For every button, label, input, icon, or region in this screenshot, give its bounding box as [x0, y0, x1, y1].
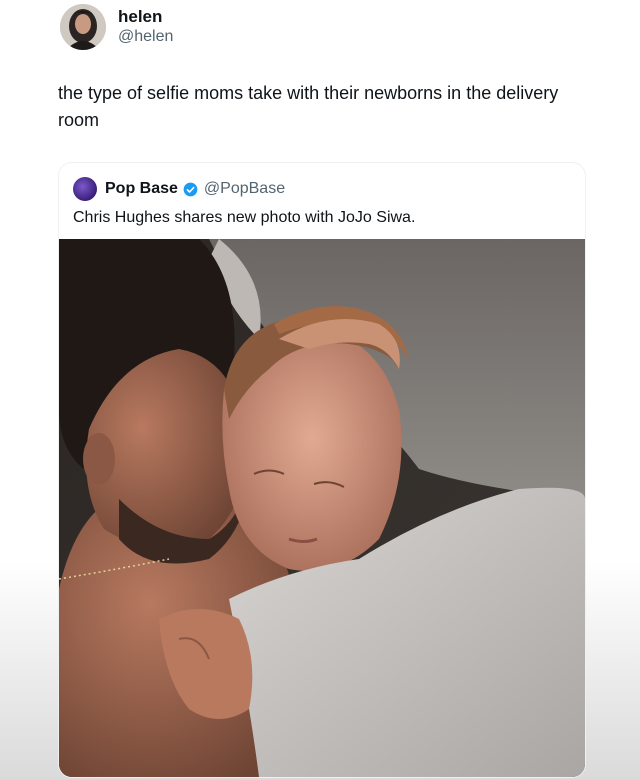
quote-handle[interactable]: @PopBase: [204, 180, 285, 198]
display-name[interactable]: helen: [118, 7, 173, 27]
quoted-tweet[interactable]: Pop Base @PopBase Chris Hughes shares ne…: [58, 162, 586, 778]
quote-photo[interactable]: [59, 239, 585, 777]
tweet-author: helen @helen: [118, 7, 173, 47]
quote-header: Pop Base @PopBase: [73, 177, 285, 201]
avatar-image: [60, 4, 106, 50]
avatar[interactable]: [60, 4, 106, 50]
tweet-text: the type of selfie moms take with their …: [58, 83, 559, 130]
tweet-header: helen @helen: [60, 4, 173, 50]
quote-text: Chris Hughes shares new photo with JoJo …: [73, 209, 416, 226]
user-handle[interactable]: @helen: [118, 27, 173, 47]
quote-display-name[interactable]: Pop Base: [105, 180, 178, 198]
quote-avatar[interactable]: [73, 177, 97, 201]
verified-badge-icon: [183, 182, 198, 196]
